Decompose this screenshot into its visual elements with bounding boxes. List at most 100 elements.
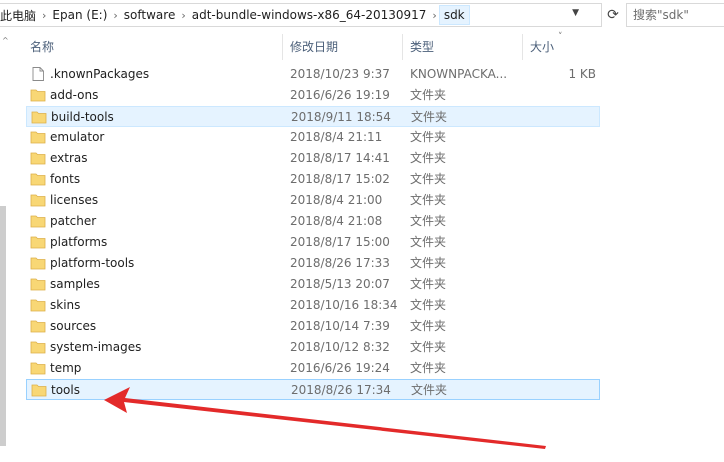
column-divider[interactable] (522, 34, 523, 60)
file-name: platforms (50, 235, 108, 249)
file-type: 文件夹 (410, 151, 447, 165)
column-divider[interactable] (402, 34, 403, 60)
file-row[interactable]: platform-tools 2018/8/26 17:33 文件夹 (26, 253, 600, 274)
breadcrumb-drive[interactable]: Epan (E:) (48, 8, 111, 22)
folder-icon (30, 173, 46, 186)
file-date: 2018/8/17 15:02 (290, 172, 390, 186)
folder-icon (30, 89, 46, 102)
file-date: 2018/8/26 17:34 (291, 383, 391, 397)
file-name: fonts (50, 172, 81, 186)
folder-icon (30, 152, 46, 165)
file-row[interactable]: licenses 2018/8/4 21:00 文件夹 (26, 190, 600, 211)
file-row[interactable]: system-images 2018/10/12 8:32 文件夹 (26, 337, 600, 358)
file-name: system-images (50, 340, 142, 354)
file-row[interactable]: tools 2018/8/26 17:34 文件夹 (26, 379, 600, 400)
folder-icon (30, 341, 46, 354)
column-name[interactable]: 名称 (30, 34, 54, 60)
chevron-down-icon[interactable]: ▼ (572, 8, 579, 18)
file-row[interactable]: platforms 2018/8/17 15:00 文件夹 (26, 232, 600, 253)
file-row[interactable]: extras 2018/8/17 14:41 文件夹 (26, 148, 600, 169)
file-type: 文件夹 (410, 277, 447, 291)
file-size: 1 KB (568, 67, 596, 81)
file-date: 2018/8/4 21:08 (290, 214, 383, 228)
file-name: .knownPackages (50, 67, 150, 81)
file-type: 文件夹 (410, 361, 447, 375)
address-bar[interactable]: 此电脑 › Epan (E:) › software › adt-bundle-… (0, 3, 602, 27)
folder-icon (30, 194, 46, 207)
file-type: 文件夹 (410, 88, 447, 102)
file-type: 文件夹 (410, 214, 447, 228)
file-row[interactable]: emulator 2018/8/4 21:11 文件夹 (26, 127, 600, 148)
file-row[interactable]: patcher 2018/8/4 21:08 文件夹 (26, 211, 600, 232)
file-date: 2016/6/26 19:19 (290, 88, 390, 102)
search-input[interactable]: 搜索"sdk" (626, 3, 724, 27)
file-name: licenses (50, 193, 99, 207)
column-type[interactable]: 类型 (410, 34, 434, 60)
folder-icon (30, 278, 46, 291)
file-icon (32, 67, 44, 81)
file-name: tools (51, 383, 80, 397)
file-date: 2016/6/26 19:24 (290, 361, 390, 375)
file-date: 2018/8/26 17:33 (290, 256, 390, 270)
breadcrumb-sdk[interactable]: sdk (438, 5, 470, 25)
file-row[interactable]: build-tools 2018/9/11 18:54 文件夹 (26, 106, 600, 127)
chevron-right-icon[interactable]: › (40, 9, 48, 22)
chevron-up-icon[interactable]: ^ (2, 36, 9, 45)
file-name: platform-tools (50, 256, 135, 270)
file-row[interactable]: skins 2018/10/16 18:34 文件夹 (26, 295, 600, 316)
file-row[interactable]: fonts 2018/8/17 15:02 文件夹 (26, 169, 600, 190)
file-date: 2018/10/12 8:32 (290, 340, 390, 354)
file-name: sources (50, 319, 97, 333)
file-row[interactable]: samples 2018/5/13 20:07 文件夹 (26, 274, 600, 295)
scrollbar-thumb[interactable] (0, 206, 6, 446)
chevron-right-icon[interactable]: › (179, 9, 187, 22)
file-date: 2018/10/16 18:34 (290, 298, 398, 312)
file-row[interactable]: .knownPackages 2018/10/23 9:37 KNOWNPACKA.… (26, 64, 600, 85)
folder-icon (30, 131, 46, 144)
sort-indicator-icon: ˅ (558, 32, 563, 42)
file-type: 文件夹 (410, 130, 447, 144)
file-date: 2018/8/17 15:00 (290, 235, 390, 249)
file-row[interactable]: temp 2016/6/26 19:24 文件夹 (26, 358, 600, 379)
file-row[interactable]: add-ons 2016/6/26 19:19 文件夹 (26, 85, 600, 106)
navigation-scrollbar[interactable]: ^ (0, 30, 9, 462)
column-divider[interactable] (282, 34, 283, 60)
file-type: 文件夹 (411, 110, 448, 124)
column-size[interactable]: 大小 (530, 34, 554, 60)
file-type: 文件夹 (410, 172, 447, 186)
file-type: 文件夹 (410, 193, 447, 207)
folder-icon (31, 384, 47, 397)
file-date: 2018/10/23 9:37 (290, 67, 390, 81)
column-date[interactable]: 修改日期 (290, 34, 338, 60)
file-date: 2018/9/11 18:54 (291, 110, 391, 124)
file-type: 文件夹 (411, 383, 448, 397)
file-name: samples (50, 277, 100, 291)
toolbar: 此电脑 › Epan (E:) › software › adt-bundle-… (0, 0, 724, 30)
file-type: 文件夹 (410, 235, 447, 249)
breadcrumb-software[interactable]: software (120, 8, 180, 22)
refresh-button[interactable]: ⟳ (602, 3, 624, 27)
refresh-icon: ⟳ (607, 7, 619, 23)
folder-icon (30, 362, 46, 375)
chevron-right-icon[interactable]: › (430, 9, 438, 22)
folder-icon (31, 111, 47, 124)
file-type: 文件夹 (410, 256, 447, 270)
file-name: patcher (50, 214, 97, 228)
breadcrumb-this-pc[interactable]: 此电脑 (0, 7, 40, 24)
file-row[interactable]: sources 2018/10/14 7:39 文件夹 (26, 316, 600, 337)
chevron-right-icon[interactable]: › (111, 9, 119, 22)
file-name: skins (50, 298, 81, 312)
folder-icon (30, 299, 46, 312)
file-date: 2018/8/17 14:41 (290, 151, 390, 165)
file-name: add-ons (50, 88, 99, 102)
file-name: temp (50, 361, 82, 375)
file-type: 文件夹 (410, 319, 447, 333)
column-header: 名称 修改日期 类型 大小 ˅ (22, 32, 602, 60)
file-type: 文件夹 (410, 298, 447, 312)
file-date: 2018/8/4 21:11 (290, 130, 383, 144)
file-name: extras (50, 151, 88, 165)
file-name: build-tools (51, 110, 114, 124)
file-type: 文件夹 (410, 340, 447, 354)
file-date: 2018/10/14 7:39 (290, 319, 390, 333)
breadcrumb-adt-bundle[interactable]: adt-bundle-windows-x86_64-20130917 (188, 8, 431, 22)
